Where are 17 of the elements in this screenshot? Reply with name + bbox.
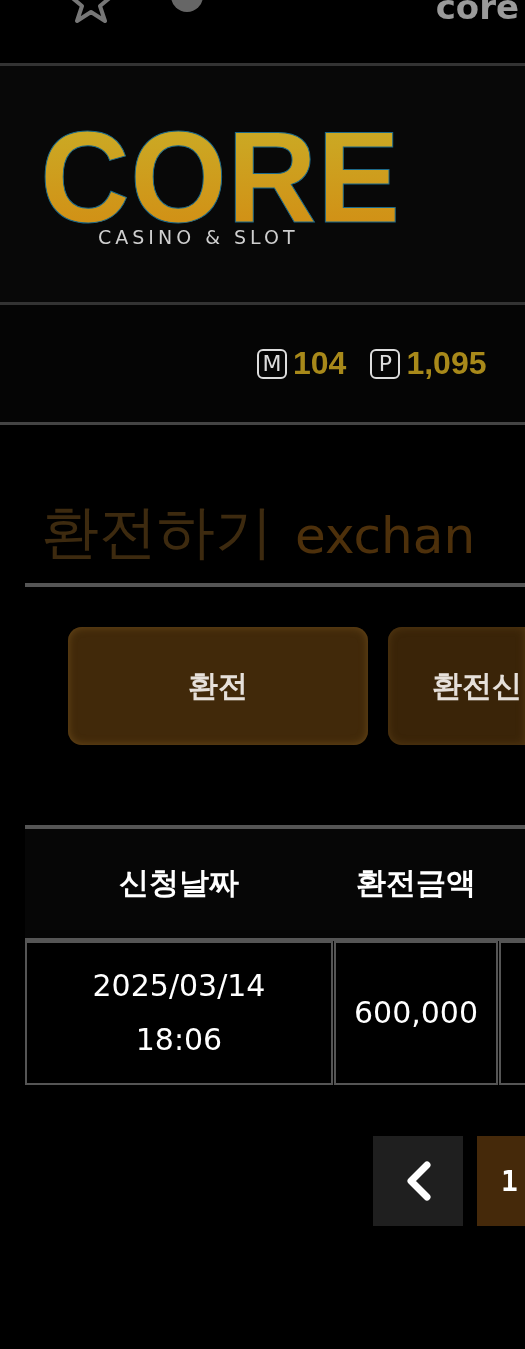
tab[interactable]: 환전 [68,627,368,745]
page-button[interactable]: 1 [477,1136,525,1226]
page-title: 환전하기 [41,503,273,561]
chevron-left-icon [405,1161,431,1201]
table-cell: 2025/03/14 18:06 [25,941,333,1085]
column-header: 환전금액 [354,864,477,902]
prev-page-button[interactable] [373,1136,463,1226]
point-value: 1,095 [406,345,487,382]
info-icon[interactable] [170,0,204,13]
column-header: 신청날짜 [118,864,240,902]
point-value: 104 [293,345,347,382]
tab[interactable]: 환전신 [388,627,525,745]
point-badge: M [257,348,287,379]
point-badge: P [370,348,401,379]
page-subtitle: exchan [295,511,476,561]
table-cell: 600,000 [334,941,498,1085]
browser-title: core [435,0,519,24]
